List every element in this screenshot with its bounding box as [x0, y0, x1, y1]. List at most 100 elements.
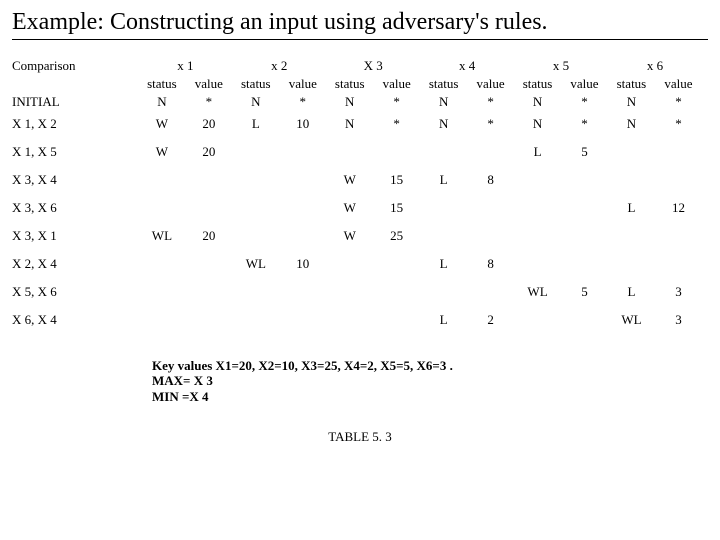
header-x5: x 5	[514, 56, 608, 74]
table-row: X 2, X 4 WL10 L8	[12, 250, 702, 278]
key-values-line: Key values X1=20, X2=10, X3=25, X4=2, X5…	[152, 358, 708, 374]
cell	[561, 166, 608, 194]
cell	[138, 306, 185, 334]
cell	[655, 138, 702, 166]
cell: *	[467, 110, 514, 138]
header-x2: x 2	[232, 56, 326, 74]
key-values-block: Key values X1=20, X2=10, X3=25, X4=2, X5…	[152, 358, 708, 405]
cell: 20	[185, 222, 232, 250]
row-label: X 1, X 2	[12, 110, 138, 138]
cell: L	[608, 278, 655, 306]
cell	[185, 194, 232, 222]
cell: WL	[514, 278, 561, 306]
cell	[655, 222, 702, 250]
cell	[326, 250, 373, 278]
cell: W	[326, 222, 373, 250]
initial-cell: *	[655, 92, 702, 110]
initial-cell: N	[138, 92, 185, 110]
cell: L	[420, 306, 467, 334]
cell	[655, 250, 702, 278]
cell: 8	[467, 250, 514, 278]
initial-cell: *	[373, 92, 420, 110]
cell: 10	[279, 250, 326, 278]
initial-cell: *	[185, 92, 232, 110]
cell	[279, 138, 326, 166]
adversary-table: Comparison x 1 x 2 X 3 x 4 x 5 x 6 statu…	[12, 56, 702, 334]
cell: 8	[467, 166, 514, 194]
cell: L	[514, 138, 561, 166]
initial-cell: *	[561, 92, 608, 110]
cell: 15	[373, 166, 420, 194]
initial-label: INITIAL	[12, 92, 138, 110]
initial-cell: *	[279, 92, 326, 110]
cell: *	[373, 110, 420, 138]
cell	[373, 138, 420, 166]
table-caption: TABLE 5. 3	[12, 429, 708, 445]
cell: 20	[185, 138, 232, 166]
cell: WL	[138, 222, 185, 250]
cell	[561, 194, 608, 222]
row-label: X 3, X 4	[12, 166, 138, 194]
cell: N	[608, 110, 655, 138]
sub-value: value	[373, 74, 420, 92]
page-title: Example: Constructing an input using adv…	[12, 8, 708, 40]
cell	[514, 194, 561, 222]
cell	[514, 166, 561, 194]
cell	[279, 166, 326, 194]
cell: L	[420, 250, 467, 278]
cell	[232, 166, 279, 194]
table-row: X 3, X 6W15L12	[12, 194, 702, 222]
cell: WL	[608, 306, 655, 334]
cell	[326, 278, 373, 306]
sub-status: status	[514, 74, 561, 92]
row-label: X 3, X 6	[12, 194, 138, 222]
row-label: X 2, X 4	[12, 250, 138, 278]
cell	[232, 306, 279, 334]
cell	[608, 222, 655, 250]
cell	[420, 278, 467, 306]
table-body: X 1, X 2W20L10N*N*N*N*X 1, X 5W20L5X 3, …	[12, 110, 702, 334]
row-label: X 6, X 4	[12, 306, 138, 334]
cell	[185, 250, 232, 278]
cell	[185, 278, 232, 306]
sub-status: status	[608, 74, 655, 92]
cell	[185, 166, 232, 194]
cell	[232, 138, 279, 166]
cell: W	[138, 138, 185, 166]
cell	[232, 222, 279, 250]
cell	[420, 194, 467, 222]
header-x4: x 4	[420, 56, 514, 74]
cell	[279, 306, 326, 334]
header-x1: x 1	[138, 56, 232, 74]
cell: 15	[373, 194, 420, 222]
row-label: X 5, X 6	[12, 278, 138, 306]
cell: N	[420, 110, 467, 138]
cell: 10	[279, 110, 326, 138]
sub-status: status	[326, 74, 373, 92]
sub-value: value	[561, 74, 608, 92]
cell: L	[232, 110, 279, 138]
cell	[561, 222, 608, 250]
cell	[279, 278, 326, 306]
cell: 5	[561, 138, 608, 166]
table-row: X 3, X 4W15L8	[12, 166, 702, 194]
cell	[467, 278, 514, 306]
cell: 25	[373, 222, 420, 250]
cell	[138, 278, 185, 306]
cell: 20	[185, 110, 232, 138]
sub-value: value	[655, 74, 702, 92]
cell	[138, 166, 185, 194]
cell	[279, 222, 326, 250]
cell	[608, 138, 655, 166]
cell: WL	[232, 250, 279, 278]
cell	[232, 278, 279, 306]
cell	[373, 250, 420, 278]
cell: W	[138, 110, 185, 138]
cell	[420, 138, 467, 166]
cell	[373, 306, 420, 334]
cell	[467, 138, 514, 166]
cell: *	[561, 110, 608, 138]
table-row: X 1, X 5W20L5	[12, 138, 702, 166]
table-row: X 6, X 4L2WL3	[12, 306, 702, 334]
cell	[138, 250, 185, 278]
